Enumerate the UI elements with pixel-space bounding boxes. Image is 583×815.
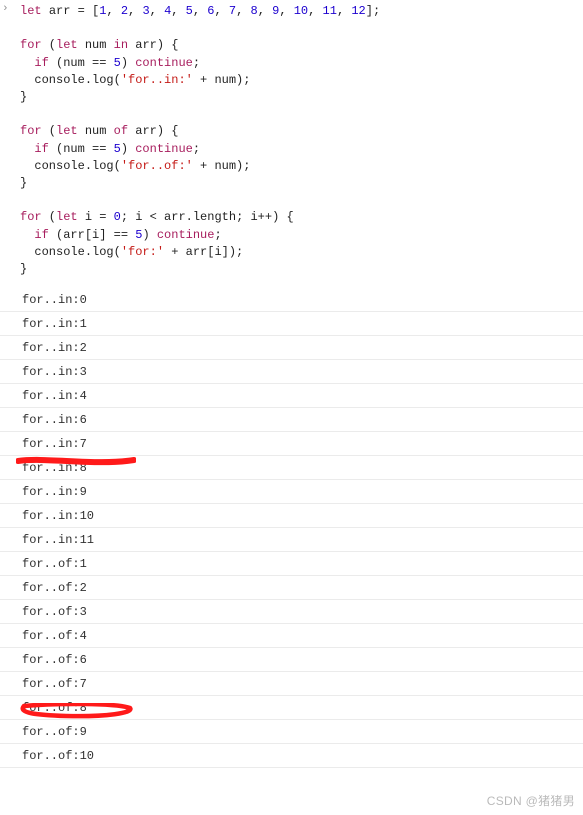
kw-in: in bbox=[114, 38, 128, 52]
console-log-line: for..in:6 bbox=[0, 408, 583, 432]
console-log-line: for..of:2 bbox=[0, 576, 583, 600]
console-log-line: for..of:6 bbox=[0, 648, 583, 672]
console-log-line: for..in:2 bbox=[0, 336, 583, 360]
kw-let: let bbox=[20, 4, 42, 18]
id-arr: arr bbox=[49, 4, 71, 18]
kw-of: of bbox=[114, 124, 128, 138]
console-log-line: for..of:4 bbox=[0, 624, 583, 648]
console-input-chevron-icon: › bbox=[0, 0, 14, 15]
console-log-line: for..in:1 bbox=[0, 312, 583, 336]
console-log-line: for..of:9 bbox=[0, 720, 583, 744]
string-literal: 'for..in:' bbox=[121, 73, 193, 87]
console-log-line: for..in:4 bbox=[0, 384, 583, 408]
console-log-line: for..in:0 bbox=[0, 288, 583, 312]
console-output-block: for..in:0for..in:1for..in:2for..in:3for.… bbox=[0, 288, 583, 768]
console-log-line: for..of:1 bbox=[0, 552, 583, 576]
console-log-line: for..of:8 bbox=[0, 696, 583, 720]
console-log-line: for..of:10 bbox=[0, 744, 583, 768]
console-log-line: for..in:10 bbox=[0, 504, 583, 528]
console-log-line: for..in:3 bbox=[0, 360, 583, 384]
kw-continue: continue bbox=[135, 56, 193, 70]
watermark: CSDN @猪猪男 bbox=[487, 792, 575, 809]
console-log-line: for..of:7 bbox=[0, 672, 583, 696]
console-log-line: for..in:8 bbox=[0, 456, 583, 480]
kw-for: for bbox=[20, 38, 42, 52]
console-log-line: for..in:9 bbox=[0, 480, 583, 504]
console-log-line: for..of:3 bbox=[0, 600, 583, 624]
console-log-line: for..in:11 bbox=[0, 528, 583, 552]
code-input-block[interactable]: let arr = [1, 2, 3, 4, 5, 6, 7, 8, 9, 10… bbox=[14, 0, 380, 288]
console-log-line: for..in:7 bbox=[0, 432, 583, 456]
